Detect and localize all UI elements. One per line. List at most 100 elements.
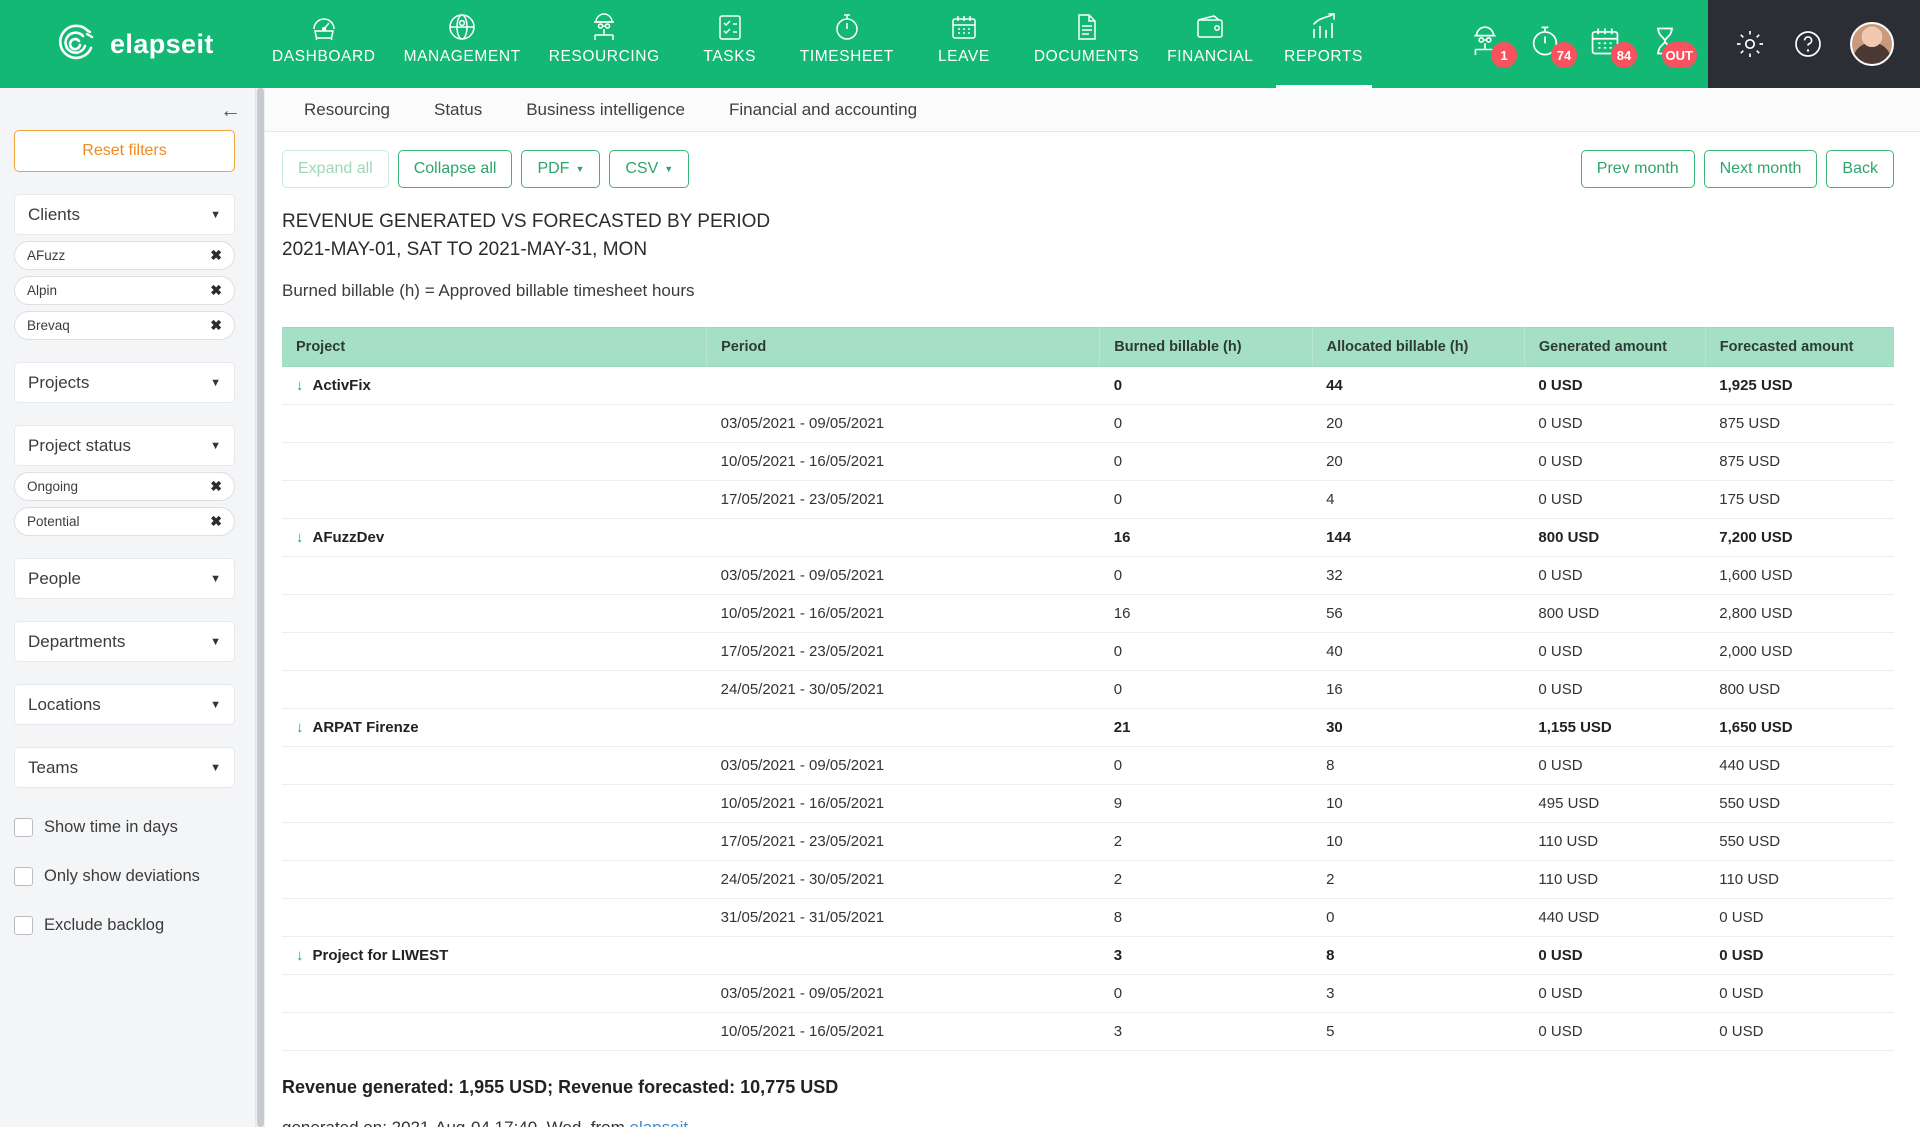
cell-generated: 1,155 USD [1524, 708, 1706, 748]
checkbox-only-show-deviations[interactable] [14, 867, 33, 886]
cell-period: 24/05/2021 - 30/05/2021 [706, 860, 1100, 900]
table-row[interactable]: 03/05/2021 - 09/05/2021 0 8 0 USD 440 US… [282, 746, 1894, 786]
expand-all-button[interactable]: Expand all [282, 150, 389, 188]
table-row[interactable]: 03/05/2021 - 09/05/2021 0 20 0 USD 875 U… [282, 404, 1894, 444]
table-row[interactable]: 24/05/2021 - 30/05/2021 2 2 110 USD 110 … [282, 860, 1894, 900]
cell-allocated: 20 [1312, 442, 1525, 482]
table-row[interactable]: 10/05/2021 - 16/05/2021 3 5 0 USD 0 USD [282, 1012, 1894, 1052]
filter-chip[interactable]: AFuzz ✖ [14, 241, 235, 270]
table-row[interactable]: 10/05/2021 - 16/05/2021 9 10 495 USD 550… [282, 784, 1894, 824]
reset-filters-button[interactable]: Reset filters [14, 130, 235, 172]
csv-export-button[interactable]: CSV ▼ [609, 150, 690, 188]
brand-logo-area[interactable]: elapseit [0, 0, 258, 88]
table-row[interactable]: ↓ Project for LIWEST 3 8 0 USD 0 USD [282, 936, 1894, 976]
filter-select-clients[interactable]: Clients ▼ [14, 194, 235, 235]
filter-chip[interactable]: Brevaq ✖ [14, 311, 235, 340]
filter-select-locations[interactable]: Locations ▼ [14, 684, 235, 725]
table-row[interactable]: 10/05/2021 - 16/05/2021 16 56 800 USD 2,… [282, 594, 1894, 634]
collapse-arrow-down-icon[interactable]: ↓ [296, 377, 304, 394]
next-month-button[interactable]: Next month [1703, 150, 1818, 188]
nav-item-leave[interactable]: LEAVE [908, 0, 1020, 88]
collapse-all-button[interactable]: Collapse all [397, 150, 513, 188]
table-row[interactable]: 17/05/2021 - 23/05/2021 2 10 110 USD 550… [282, 822, 1894, 862]
pdf-export-button[interactable]: PDF ▼ [521, 150, 601, 188]
tab-status[interactable]: Status [412, 100, 504, 120]
column-header-project[interactable]: Project [282, 327, 708, 368]
document-icon [1074, 10, 1100, 44]
quick-action-leave[interactable]: 84 [1588, 24, 1637, 68]
filter-select-departments[interactable]: Departments ▼ [14, 621, 235, 662]
table-row[interactable]: ↓ ActivFix 0 44 0 USD 1,925 USD [282, 366, 1894, 406]
close-icon[interactable]: ✖ [210, 478, 222, 495]
quick-action-timesheet[interactable]: 74 [1528, 24, 1577, 68]
nav-item-management[interactable]: MANAGEMENT [390, 0, 535, 88]
filter-select-people[interactable]: People ▼ [14, 558, 235, 599]
nav-item-documents[interactable]: DOCUMENTS [1020, 0, 1153, 88]
table-row[interactable]: ↓ AFuzzDev 16 144 800 USD 7,200 USD [282, 518, 1894, 558]
table-row[interactable]: ↓ ARPAT Firenze 21 30 1,155 USD 1,650 USD [282, 708, 1894, 748]
filter-select-project-status[interactable]: Project status ▼ [14, 425, 235, 466]
filter-chip[interactable]: Potential ✖ [14, 507, 235, 536]
collapse-arrow-down-icon[interactable]: ↓ [296, 529, 304, 546]
nav-item-tasks[interactable]: TASKS [674, 0, 786, 88]
nav-item-reports[interactable]: REPORTS [1268, 0, 1380, 88]
avatar[interactable] [1850, 22, 1894, 66]
nav-item-timesheet[interactable]: TIMESHEET [786, 0, 908, 88]
cell-burned: 0 [1099, 974, 1313, 1014]
chip-label: Brevaq [27, 318, 70, 333]
close-icon[interactable]: ✖ [210, 282, 222, 299]
table-row[interactable]: 17/05/2021 - 23/05/2021 0 4 0 USD 175 US… [282, 480, 1894, 520]
column-header-burned[interactable]: Burned billable (h) [1099, 327, 1313, 368]
back-button[interactable]: Back [1826, 150, 1894, 188]
quick-action-resourcing[interactable]: 1 [1468, 24, 1517, 68]
quick-action-icons: 1 74 84 OUT [1458, 24, 1708, 68]
table-row[interactable]: 03/05/2021 - 09/05/2021 0 32 0 USD 1,600… [282, 556, 1894, 596]
prev-month-button[interactable]: Prev month [1580, 150, 1695, 188]
chip-label: Ongoing [27, 479, 79, 494]
checkbox-show-time-in-days[interactable] [14, 818, 33, 837]
table-row[interactable]: 10/05/2021 - 16/05/2021 0 20 0 USD 875 U… [282, 442, 1894, 482]
filter-select-projects[interactable]: Projects ▼ [14, 362, 235, 403]
checkbox-row-exclude-backlog[interactable]: Exclude backlog [14, 916, 235, 935]
table-row[interactable]: 03/05/2021 - 09/05/2021 0 3 0 USD 0 USD [282, 974, 1894, 1014]
close-icon[interactable]: ✖ [210, 317, 222, 334]
nav-item-dashboard[interactable]: DASHBOARD [258, 0, 390, 88]
tab-financial-and-accounting[interactable]: Financial and accounting [707, 100, 939, 120]
arrow-left-icon[interactable]: ← [220, 100, 241, 121]
column-header-forecasted[interactable]: Forecasted amount [1705, 327, 1894, 368]
generated-on-line: generated on: 2021-Aug-04 17:40, Wed, fr… [256, 1098, 1920, 1127]
close-icon[interactable]: ✖ [210, 247, 222, 264]
cell-project [282, 746, 707, 786]
collapse-arrow-down-icon[interactable]: ↓ [296, 719, 304, 736]
help-circle-icon[interactable] [1792, 28, 1824, 60]
filter-select-teams[interactable]: Teams ▼ [14, 747, 235, 788]
content-scrollbar[interactable] [256, 88, 265, 1127]
nav-item-resourcing[interactable]: RESOURCING [535, 0, 674, 88]
table-row[interactable]: 17/05/2021 - 23/05/2021 0 40 0 USD 2,000… [282, 632, 1894, 672]
cell-allocated: 32 [1312, 556, 1525, 596]
collapse-arrow-down-icon[interactable]: ↓ [296, 947, 304, 964]
cell-period [706, 518, 1100, 558]
filter-chip[interactable]: Ongoing ✖ [14, 472, 235, 501]
column-header-period[interactable]: Period [706, 327, 1101, 368]
table-row[interactable]: 31/05/2021 - 31/05/2021 8 0 440 USD 0 US… [282, 898, 1894, 938]
gear-icon[interactable] [1734, 28, 1766, 60]
cell-project [282, 1012, 707, 1052]
cell-project [282, 974, 707, 1014]
filter-chip[interactable]: Alpin ✖ [14, 276, 235, 305]
elapseit-link[interactable]: elapseit [629, 1118, 688, 1127]
checkbox-exclude-backlog[interactable] [14, 916, 33, 935]
tab-business-intelligence[interactable]: Business intelligence [504, 100, 707, 120]
tab-resourcing[interactable]: Resourcing [282, 100, 412, 120]
scrollbar-thumb[interactable] [257, 88, 264, 1127]
column-header-allocated[interactable]: Allocated billable (h) [1312, 327, 1525, 368]
checkbox-row-show-time-in-days[interactable]: Show time in days [14, 818, 235, 837]
nav-item-financial[interactable]: FINANCIAL [1153, 0, 1267, 88]
column-header-generated[interactable]: Generated amount [1524, 327, 1706, 368]
cell-burned: 0 [1099, 670, 1313, 710]
quick-action-out[interactable]: OUT [1648, 24, 1697, 68]
cell-burned: 0 [1099, 746, 1313, 786]
close-icon[interactable]: ✖ [210, 513, 222, 530]
checkbox-row-only-show-deviations[interactable]: Only show deviations [14, 867, 235, 886]
table-row[interactable]: 24/05/2021 - 30/05/2021 0 16 0 USD 800 U… [282, 670, 1894, 710]
